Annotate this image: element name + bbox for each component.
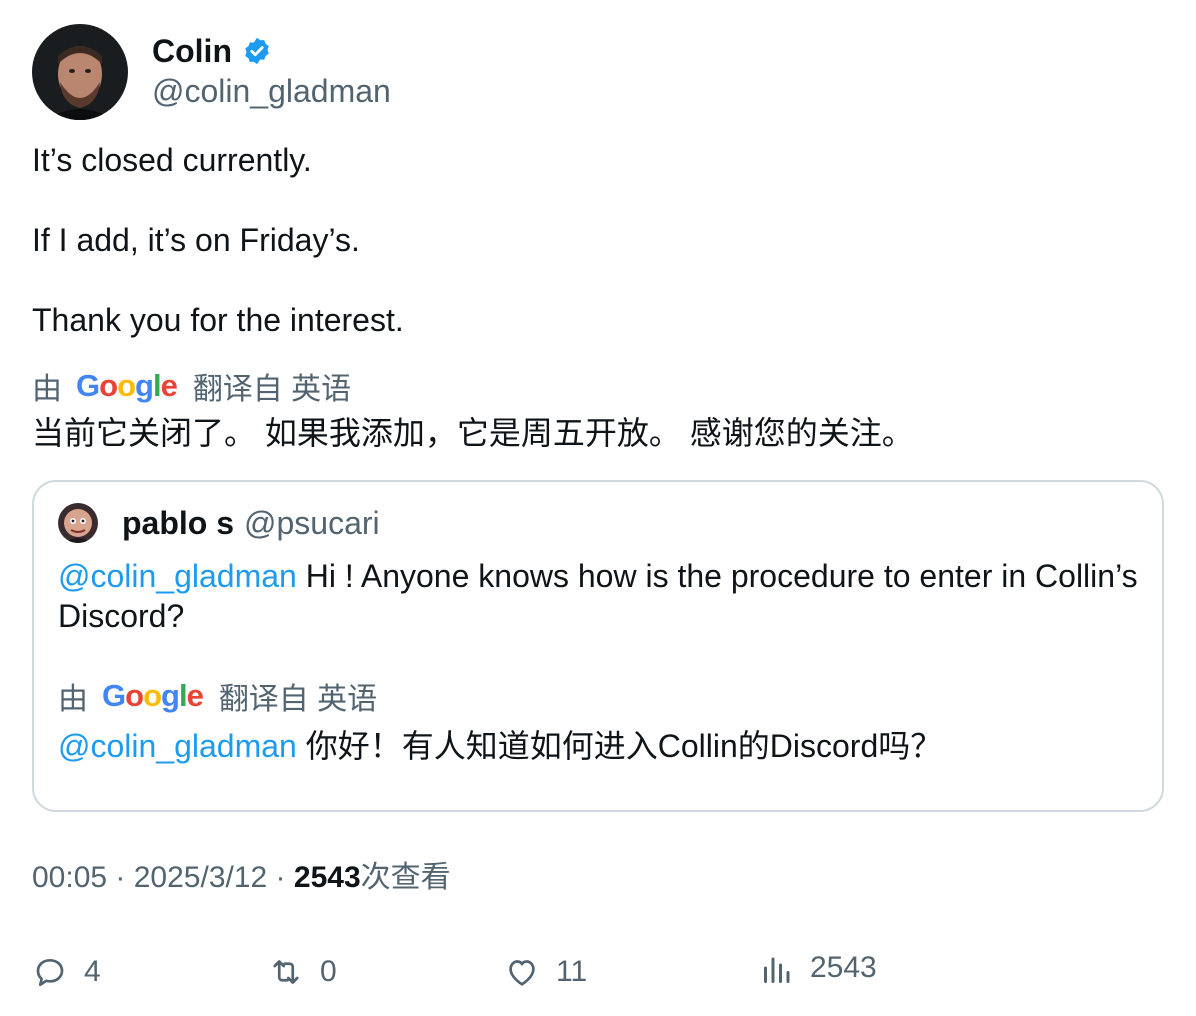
quoted-author-handle[interactable]: @psucari [244,505,380,542]
meta-separator: · [107,861,134,894]
quoted-translated-text: @colin_gladman 你好！有人知道如何进入Collin的Discord… [58,726,1138,766]
views-action-count: 2543 [810,951,877,984]
author-block: Colin @colin_gladman [152,33,391,111]
tweet-text-line: If I add, it’s on Friday’s. [32,222,360,258]
view-count: 2543 [293,861,361,894]
retweet-button[interactable]: 0 [268,950,337,994]
mention-link[interactable]: @colin_gladman [58,558,297,594]
verified-badge-icon[interactable] [242,36,272,66]
retweet-icon [273,960,299,984]
tweet-body: It’s closed currently. If I add, it’s on… [32,140,1164,340]
action-bar: 4 0 11 2543 [32,950,1164,994]
tweet-header: Colin @colin_gladman [32,24,1164,120]
reply-icon [36,958,64,987]
translation-prefix: 由 [58,683,88,716]
translation-suffix: 翻译自 英语 [218,683,378,716]
tweet-time[interactable]: 00:05 [32,861,107,894]
tweet-text-line: It’s closed currently. [32,142,312,178]
views-button[interactable]: 2543 [758,946,877,990]
quoted-tweet[interactable]: pablo s @psucari @colin_gladman Hi ! Any… [32,480,1164,812]
quoted-translation-attribution: 由 Google 翻译自 英语 [58,676,1138,716]
heart-icon [509,960,535,986]
retweet-count: 0 [320,955,337,988]
quoted-translated-body: 你好！有人知道如何进入Collin的Discord吗？ [296,728,943,764]
author-name-row: Colin [152,33,391,69]
quoted-tweet-text: @colin_gladman Hi ! Anyone knows how is … [58,556,1138,636]
tweet-date[interactable]: 2025/3/12 [134,861,267,894]
translation-attribution: 由 Google 翻译自 英语 [32,366,1164,406]
like-button[interactable]: 11 [504,950,587,994]
avatar[interactable] [32,24,128,120]
mention-link[interactable]: @colin_gladman [58,728,297,764]
quoted-avatar[interactable] [58,503,98,543]
tweet-text-line: Thank you for the interest. [32,302,404,338]
reply-button[interactable]: 4 [32,950,101,994]
author-handle[interactable]: @colin_gladman [152,71,391,111]
quoted-tweet-header: pablo s @psucari [58,502,1138,544]
meta-separator: · [267,861,294,894]
google-logo-icon[interactable]: Google [76,368,178,404]
author-name[interactable]: Colin [152,33,232,69]
tweet: Colin @colin_gladman It’s closed current… [32,24,1164,898]
tweet-meta: 00:05 · 2025/3/12 · 2543次查看 [32,858,1164,898]
reply-count: 4 [84,955,101,988]
analytics-icon [764,957,790,983]
translation-suffix: 翻译自 英语 [192,373,352,406]
google-logo-icon[interactable]: Google [102,678,204,714]
view-count-label: 次查看 [360,861,451,894]
translated-text: 当前它关闭了。 如果我添加，它是周五开放。 感谢您的关注。 [32,415,914,451]
like-count: 11 [556,955,588,988]
quoted-author-name[interactable]: pablo s [122,505,234,542]
translation-prefix: 由 [32,373,62,406]
